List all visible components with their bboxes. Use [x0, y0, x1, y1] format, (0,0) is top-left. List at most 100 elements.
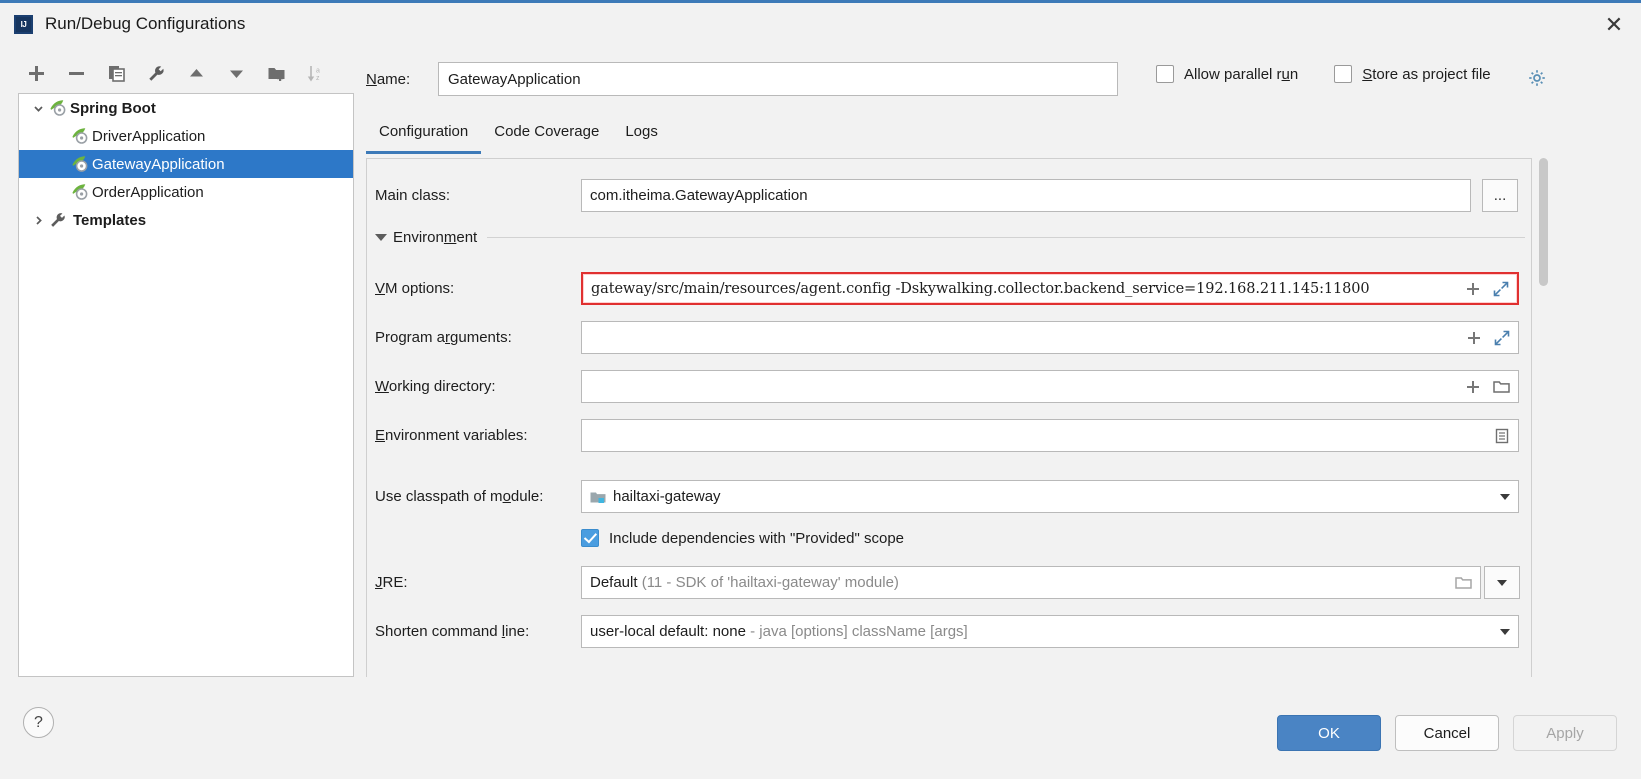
shorten-command-line-combo[interactable]: user-local default: none - java [options… [581, 615, 1519, 648]
main-class-input[interactable]: com.itheima.GatewayApplication [581, 179, 1471, 212]
chevron-down-icon[interactable] [27, 102, 49, 115]
checkbox-box [1334, 65, 1353, 83]
configurations-tree[interactable]: Spring Boot DriverApplication GatewayApp… [18, 93, 354, 677]
chevron-down-icon [1497, 579, 1507, 586]
allow-parallel-run-label: Allow parallel run [1184, 65, 1299, 83]
tab-configuration[interactable]: Configuration [366, 117, 482, 154]
remove-configuration-button[interactable] [58, 57, 94, 89]
sort-alpha-icon[interactable]: a z [298, 57, 334, 89]
jre-dropdown-button[interactable] [1484, 566, 1520, 599]
environment-variables-input[interactable] [581, 419, 1519, 452]
include-dependencies-checkbox[interactable]: Include dependencies with "Provided" sco… [581, 529, 904, 547]
tree-node-spring-boot[interactable]: Spring Boot [19, 94, 353, 122]
folder-icon[interactable] [1455, 575, 1472, 591]
use-classpath-of-module-value: hailtaxi-gateway [613, 488, 721, 505]
environment-variables-label: Environment variables: [375, 427, 528, 444]
folder-add-icon[interactable] [258, 57, 294, 89]
working-directory-label: Working directory: [375, 378, 496, 395]
working-directory-input[interactable] [581, 370, 1519, 403]
jre-value: Default (11 - SDK of 'hailtaxi-gateway' … [590, 574, 1447, 591]
tree-node-label: DriverApplication [92, 127, 206, 145]
tree-toolbar: a z [18, 55, 354, 91]
tree-node-label: Spring Boot [70, 99, 156, 117]
edit-templates-button[interactable] [138, 57, 174, 89]
use-classpath-of-module-label: Use classpath of module: [375, 488, 544, 505]
gear-icon[interactable] [1528, 69, 1546, 87]
tree-node-label: GatewayApplication [92, 155, 225, 173]
main-class-browse-button[interactable]: ... [1482, 179, 1518, 212]
spring-boot-icon [71, 127, 89, 145]
environment-section-header[interactable]: Environment [375, 229, 1525, 246]
name-input[interactable] [438, 62, 1118, 96]
chevron-right-icon[interactable] [27, 214, 49, 227]
tree-node-label: OrderApplication [92, 183, 204, 201]
spring-boot-icon [71, 155, 89, 173]
macro-add-icon[interactable] [1465, 281, 1481, 297]
macro-add-icon[interactable] [1465, 379, 1481, 395]
main-class-value: com.itheima.GatewayApplication [590, 187, 808, 204]
program-arguments-input[interactable] [581, 321, 1519, 354]
section-divider [487, 237, 1525, 238]
add-configuration-button[interactable] [18, 57, 54, 89]
tree-node-gatewayapplication[interactable]: GatewayApplication [19, 150, 353, 178]
main-class-label: Main class: [375, 187, 451, 204]
list-edit-icon[interactable] [1494, 428, 1510, 444]
dialog-titlebar: Run/Debug Configurations [0, 3, 1641, 45]
dialog-button-bar: OK Cancel Apply [1277, 715, 1617, 751]
program-arguments-label: Program arguments: [375, 329, 512, 346]
vertical-scrollbar[interactable] [1538, 158, 1549, 677]
chevron-down-icon[interactable] [1500, 628, 1510, 635]
top-right-checkboxes: Allow parallel run Store as project file [1156, 65, 1491, 83]
triangle-down-icon[interactable] [375, 234, 387, 241]
ok-button[interactable]: OK [1277, 715, 1381, 751]
tree-node-templates[interactable]: Templates [19, 206, 353, 234]
checkbox-box [581, 529, 599, 547]
copy-configuration-button[interactable] [98, 57, 134, 89]
name-label: Name: [366, 70, 411, 88]
shorten-command-line-value: user-local default: none - java [options… [590, 623, 1494, 640]
checkbox-box [1156, 65, 1174, 83]
configuration-editor-pane: Name: Allow parallel run Store as projec… [366, 55, 1620, 677]
store-as-project-file-checkbox[interactable]: Store as project file [1334, 65, 1491, 83]
store-as-project-file-label: Store as project file [1362, 65, 1491, 83]
apply-button: Apply [1513, 715, 1617, 751]
vm-options-input[interactable]: gateway/src/main/resources/agent.config … [581, 272, 1519, 305]
editor-tabs: Configuration Code Coverage Logs [366, 117, 671, 154]
macro-add-icon[interactable] [1466, 330, 1482, 346]
tab-code-coverage[interactable]: Code Coverage [481, 117, 612, 154]
spring-boot-icon [49, 99, 67, 117]
svg-text:a: a [316, 67, 320, 74]
vm-options-label: VM options: [375, 280, 455, 297]
spring-boot-icon [71, 183, 89, 201]
expand-editor-icon[interactable] [1494, 330, 1510, 346]
dialog-title: Run/Debug Configurations [45, 14, 246, 33]
use-classpath-of-module-combo[interactable]: hailtaxi-gateway [581, 480, 1519, 513]
module-icon [590, 490, 606, 504]
jre-value-main: Default [590, 574, 638, 591]
tree-node-orderapplication[interactable]: OrderApplication [19, 178, 353, 206]
scrollbar-thumb[interactable] [1539, 158, 1548, 286]
folder-icon[interactable] [1493, 379, 1510, 395]
close-icon[interactable]: ✕ [1587, 3, 1641, 47]
tab-logs[interactable]: Logs [612, 117, 671, 154]
move-up-button[interactable] [178, 57, 214, 89]
shorten-command-line-value-hint: - java [options] className [args] [750, 623, 968, 640]
intellij-idea-icon [14, 14, 33, 34]
configuration-form: Main class: com.itheima.GatewayApplicati… [366, 158, 1532, 677]
environment-section-label: Environment [393, 229, 478, 246]
move-down-button[interactable] [218, 57, 254, 89]
wrench-icon [49, 211, 67, 229]
include-dependencies-label: Include dependencies with "Provided" sco… [609, 529, 905, 547]
help-icon[interactable]: ? [23, 707, 54, 738]
jre-combo[interactable]: Default (11 - SDK of 'hailtaxi-gateway' … [581, 566, 1481, 599]
vm-options-value: gateway/src/main/resources/agent.config … [591, 280, 1370, 297]
cancel-button[interactable]: Cancel [1395, 715, 1499, 751]
shorten-command-line-value-main: user-local default: none [590, 623, 746, 640]
chevron-down-icon[interactable] [1500, 493, 1510, 500]
ellipsis-icon: ... [1493, 187, 1507, 204]
svg-text:z: z [316, 75, 320, 82]
expand-editor-icon[interactable] [1493, 281, 1509, 297]
jre-label: JRE: [375, 574, 408, 591]
allow-parallel-run-checkbox[interactable]: Allow parallel run [1156, 65, 1298, 83]
tree-node-driverapplication[interactable]: DriverApplication [19, 122, 353, 150]
